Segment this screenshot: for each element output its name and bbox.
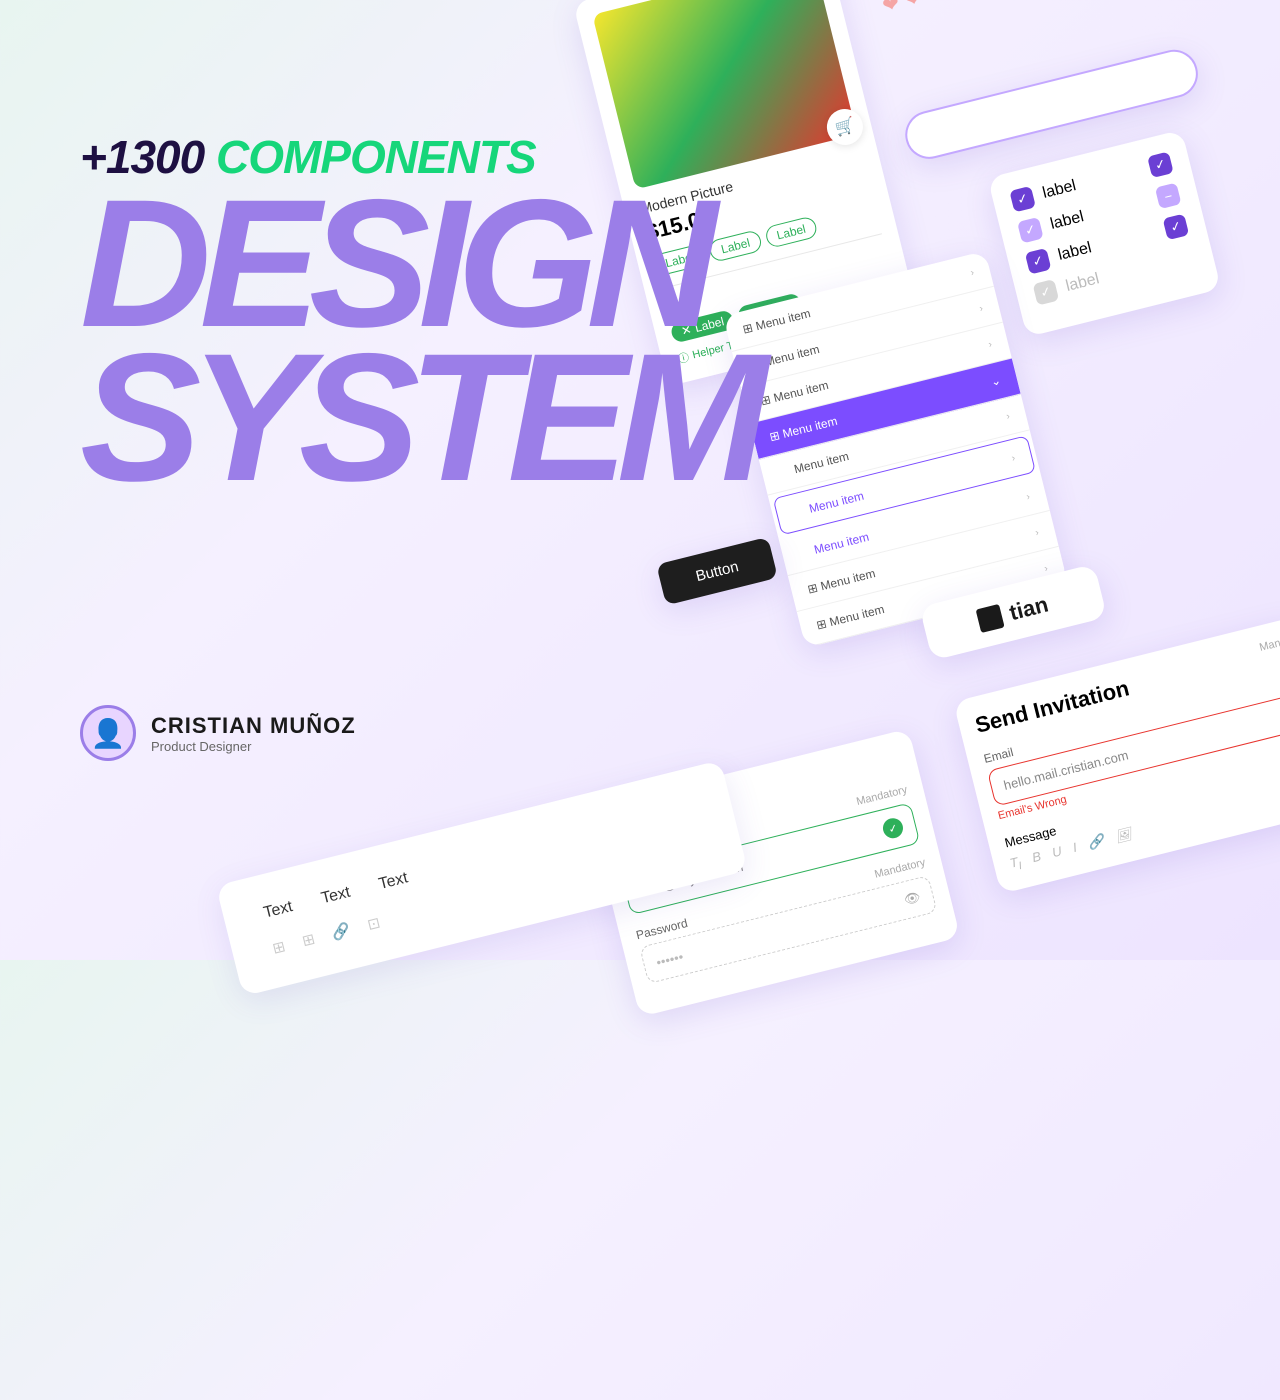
chevron-right-icon: › (1005, 410, 1011, 421)
text-item[interactable]: Text (377, 869, 410, 894)
mandatory-label: Manda (1258, 634, 1280, 667)
code-icon[interactable]: ⊡ (365, 913, 382, 934)
eye-icon[interactable]: 👁 (902, 889, 922, 909)
checkbox-icon[interactable]: ✓ (1025, 248, 1052, 275)
logo-icon (976, 603, 1005, 632)
hearts-grid: ❤❤❤❤❤ ❤❤❤❤❤ ❤❤❤❤❤ (864, 0, 991, 19)
chevron-right-icon: › (1025, 491, 1031, 502)
check-label: label (1041, 177, 1078, 203)
check-label: label (1056, 239, 1093, 265)
checkbox-icon[interactable]: ✓ (1033, 279, 1060, 306)
check-label: label (1064, 270, 1101, 296)
bold-icon[interactable]: B (1030, 849, 1043, 869)
chevron-right-icon: › (987, 339, 993, 350)
link-icon[interactable]: 🔗 (1086, 833, 1106, 855)
button-primary[interactable]: Button (656, 537, 778, 606)
chevron-right-icon: › (1010, 452, 1016, 463)
text-item[interactable]: Text (319, 884, 352, 909)
checkbox-icon[interactable]: ✓ (1017, 217, 1044, 244)
chevron-right-icon: › (978, 303, 984, 314)
chevron-right-icon: › (969, 267, 975, 278)
chevron-right-icon: › (1034, 527, 1040, 538)
image-icon[interactable]: 🖼 (1114, 826, 1135, 848)
avatar: 👤 (80, 705, 136, 761)
brand-name: tian (1007, 591, 1051, 626)
title-line2: SYSTEM (80, 343, 756, 492)
email-label: Email (982, 745, 1015, 766)
author-block: 👤 CRISTIAN MUÑOZ Product Designer (80, 705, 356, 761)
chevron-right-icon: › (1043, 563, 1049, 574)
check-label: label (1049, 208, 1086, 234)
text-format-icon[interactable]: ⊞ (300, 930, 317, 951)
italic-icon[interactable]: TI (1008, 854, 1023, 875)
cart-icon[interactable]: 🛒 (823, 105, 867, 149)
text-format-icon[interactable]: ⊞ (271, 937, 288, 958)
text-item[interactable]: Text (262, 898, 295, 923)
hero-section: +1300 COMPONENTS DESIGN SYSTEM (80, 130, 756, 492)
checkbox-icon[interactable]: − (1155, 183, 1182, 210)
tag[interactable]: Label (764, 215, 819, 249)
italic-icon[interactable]: I (1071, 840, 1079, 859)
author-role: Product Designer (151, 739, 356, 754)
checkbox-icon[interactable]: ✓ (1163, 214, 1190, 241)
checkbox-card: ✓label✓ ✓label− ✓label✓ ✓label (987, 130, 1221, 338)
checkbox-icon[interactable]: ✓ (1147, 151, 1174, 178)
author-name: CRISTIAN MUÑOZ (151, 713, 356, 739)
link-icon[interactable]: 🔗 (330, 921, 352, 943)
underline-icon[interactable]: U (1051, 843, 1065, 863)
chevron-down-icon: ⌄ (989, 373, 1002, 389)
checkbox-icon[interactable]: ✓ (1009, 186, 1036, 213)
check-icon: ✓ (881, 816, 905, 840)
invite-card: Send InvitationManda Email hello.mail.cr… (953, 615, 1280, 894)
